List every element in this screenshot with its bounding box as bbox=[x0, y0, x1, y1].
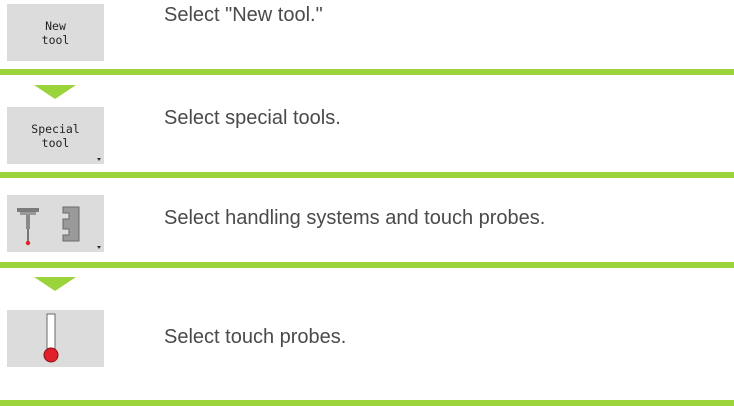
special-tool-softkey-label: Special tool bbox=[31, 121, 80, 150]
handling-systems-touch-probes-softkey[interactable] bbox=[7, 195, 104, 252]
step-divider-bar-3 bbox=[0, 262, 734, 268]
touch-probe-icon bbox=[43, 313, 59, 363]
step-4-description: Select touch probes. bbox=[164, 326, 347, 348]
step-3-description: Select handling systems and touch probes… bbox=[164, 207, 546, 229]
touch-probe-softkey[interactable] bbox=[7, 310, 104, 367]
dropdown-indicator-icon bbox=[97, 246, 101, 249]
step-divider-bar-4 bbox=[0, 400, 734, 406]
step-2-description: Select special tools. bbox=[164, 107, 341, 129]
new-tool-softkey[interactable]: New tool bbox=[7, 4, 104, 61]
dropdown-indicator-icon bbox=[97, 158, 101, 161]
step-arrow-down-icon bbox=[34, 277, 76, 291]
step-1-description: Select "New tool." bbox=[164, 4, 323, 26]
step-arrow-down-icon bbox=[34, 85, 76, 99]
touch-probe-icon bbox=[17, 206, 80, 246]
step-divider-bar-2 bbox=[0, 172, 734, 178]
new-tool-softkey-label: New tool bbox=[41, 18, 70, 47]
special-tool-softkey[interactable]: Special tool bbox=[7, 107, 104, 164]
step-divider-bar-1 bbox=[0, 69, 734, 75]
